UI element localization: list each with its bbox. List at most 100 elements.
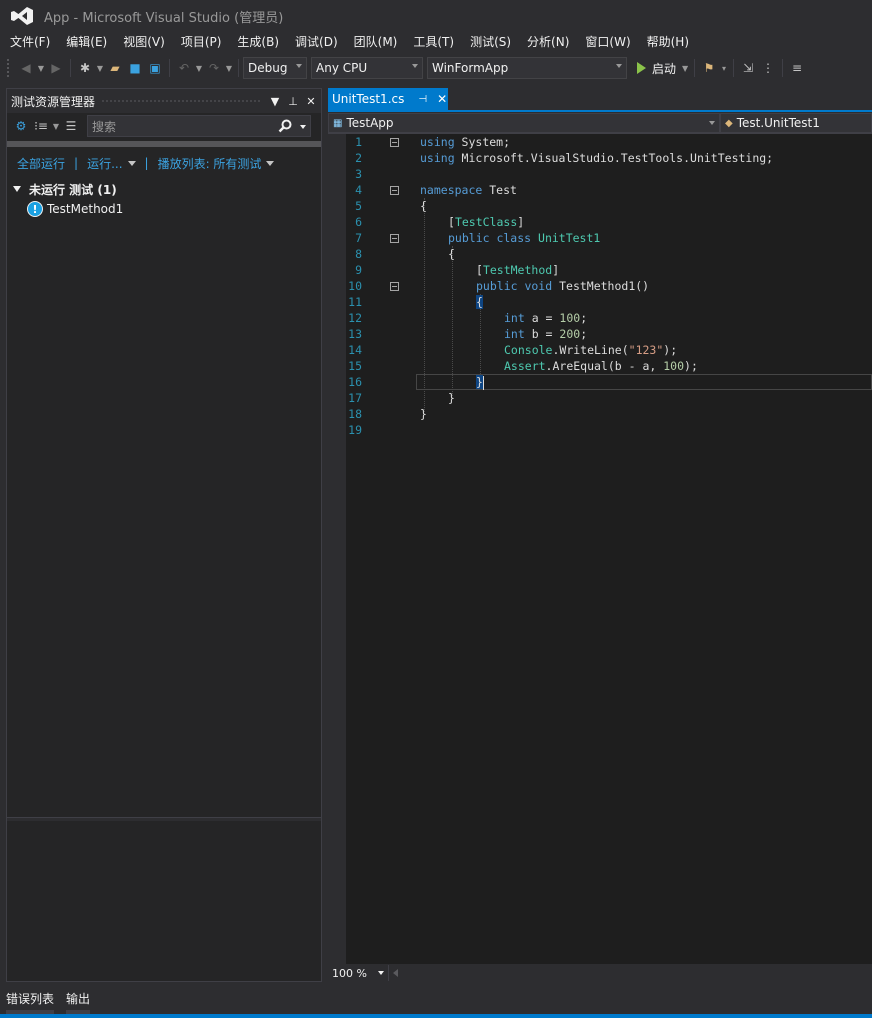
type-name: Console	[504, 343, 553, 357]
code-text: Test	[482, 183, 517, 197]
test-search-input[interactable]: 搜索	[87, 115, 311, 137]
start-dropdown-icon[interactable]: ▼	[680, 64, 690, 73]
keyword: int	[504, 327, 525, 341]
new-project-dropdown-icon[interactable]: ▼	[95, 64, 105, 73]
save-icon[interactable]: ■	[125, 58, 145, 78]
run-link[interactable]: 运行...	[87, 155, 122, 172]
document-tab-strip: UnitTest1.cs ⊣ ✕	[328, 88, 872, 110]
type-navigation-select[interactable]: ◆ Test.UnitTest1	[720, 113, 872, 133]
playlist-dropdown-icon[interactable]	[266, 160, 275, 166]
menu-tools[interactable]: 工具(T)	[407, 32, 460, 52]
attribute-name: TestMethod	[482, 263, 553, 277]
browser-link-icon[interactable]: ⚑	[699, 58, 719, 78]
tab-label: UnitTest1.cs	[332, 92, 405, 106]
test-explorer-panel: 测试资源管理器 ▼ ⊥ ✕ ⚙ ⁝≡ ▼ ☰ 搜索 全部运行 | 运行... |…	[6, 88, 322, 982]
line-number: 16	[348, 375, 362, 389]
matched-brace: }	[476, 375, 483, 389]
code-text: Microsoft.VisualStudio.TestTools.UnitTes…	[454, 151, 774, 165]
run-dropdown-icon[interactable]	[127, 160, 136, 166]
pin-tab-icon[interactable]: ⊣	[418, 94, 427, 105]
tab-output[interactable]: 输出	[66, 990, 90, 1007]
new-project-icon[interactable]: ✱	[75, 58, 95, 78]
menu-help[interactable]: 帮助(H)	[641, 32, 695, 52]
menu-test[interactable]: 测试(S)	[464, 32, 517, 52]
undo-icon[interactable]: ↶	[174, 58, 194, 78]
panel-drag-grip[interactable]	[101, 98, 261, 104]
chevron-down-icon	[296, 64, 302, 68]
start-debugging-button[interactable]: 启动 ▼	[637, 60, 690, 77]
solution-configuration-select[interactable]: Debug	[243, 57, 307, 79]
toolbar-grip[interactable]	[6, 58, 10, 78]
group-by-dropdown-icon[interactable]: ▼	[51, 122, 61, 131]
code-area[interactable]: 1 using System; 2 using Microsoft.VisualSt…	[328, 134, 872, 964]
project-navigation-value: TestApp	[346, 116, 394, 130]
collapse-icon[interactable]	[390, 138, 399, 147]
menu-debug[interactable]: 调试(D)	[289, 32, 344, 52]
navigate-back-dropdown-icon[interactable]: ▼	[36, 64, 46, 73]
collapse-icon[interactable]	[390, 234, 399, 243]
collapse-icon[interactable]	[390, 282, 399, 291]
redo-icon[interactable]: ↷	[204, 58, 224, 78]
horizontal-scrollbar[interactable]	[388, 965, 872, 981]
solution-configuration-value: Debug	[248, 61, 288, 75]
group-by-icon[interactable]: ⁝≡	[31, 116, 51, 136]
menu-window[interactable]: 窗口(W)	[579, 32, 636, 52]
string-literal: "123"	[628, 343, 664, 357]
not-run-group-label: 未运行 测试 (1)	[29, 182, 117, 197]
test-item[interactable]: ! TestMethod1	[7, 199, 321, 219]
step-over-icon[interactable]: ⋮	[758, 58, 778, 78]
window-position-dropdown-icon[interactable]: ▼	[267, 95, 283, 108]
open-file-icon[interactable]: ▰	[105, 58, 125, 78]
solution-platform-select[interactable]: Any CPU	[311, 57, 423, 79]
close-tab-icon[interactable]: ✕	[437, 92, 447, 106]
code-line: 10 public void TestMethod1()	[346, 278, 872, 294]
project-navigation-select[interactable]: ▦ TestApp	[328, 113, 720, 133]
matched-brace: {	[476, 295, 483, 309]
line-number: 5	[355, 199, 362, 213]
number-literal: 100	[559, 311, 581, 325]
search-options-dropdown-icon[interactable]	[300, 125, 306, 129]
test-details-splitter[interactable]	[7, 817, 321, 821]
menu-view[interactable]: 视图(V)	[117, 32, 171, 52]
redo-dropdown-icon[interactable]: ▼	[224, 64, 234, 73]
run-tests-after-build-icon[interactable]: ⚙	[11, 116, 31, 136]
expand-collapse-icon[interactable]	[13, 186, 21, 192]
zoom-level-select[interactable]: 100 %	[328, 965, 388, 981]
startup-project-select[interactable]: WinFormApp	[427, 57, 627, 79]
menu-edit[interactable]: 编辑(E)	[60, 32, 113, 52]
scroll-left-icon[interactable]	[393, 969, 398, 977]
start-button-label: 启动	[652, 61, 677, 76]
chevron-down-icon	[412, 64, 418, 68]
menu-project[interactable]: 项目(P)	[175, 32, 228, 52]
show-hierarchy-icon[interactable]: ☰	[61, 116, 81, 136]
indicator-margin[interactable]	[328, 134, 346, 964]
menu-team[interactable]: 团队(M)	[348, 32, 404, 52]
navigate-back-icon[interactable]: ◀	[16, 58, 36, 78]
pin-icon[interactable]: ⊥	[285, 95, 301, 108]
link-separator: |	[144, 156, 149, 170]
visual-studio-logo-icon	[11, 7, 33, 25]
save-all-icon[interactable]: ▣	[145, 58, 165, 78]
step-into-icon[interactable]: ⇲	[738, 58, 758, 78]
code-text: {	[420, 199, 427, 213]
toolbar-separator	[782, 59, 784, 77]
keyword: int	[504, 311, 525, 325]
csharp-project-icon: ▦	[333, 117, 343, 129]
collapse-icon[interactable]	[390, 186, 399, 195]
close-icon[interactable]: ✕	[303, 95, 319, 108]
menu-file[interactable]: 文件(F)	[4, 32, 56, 52]
tab-unittest1-cs[interactable]: UnitTest1.cs ⊣ ✕	[328, 88, 448, 110]
comment-lines-icon[interactable]: ≡	[787, 58, 807, 78]
browser-link-dropdown-icon[interactable]: ▾	[719, 64, 729, 73]
search-icon[interactable]	[278, 119, 292, 133]
startup-project-value: WinFormApp	[432, 61, 509, 75]
navigate-forward-icon[interactable]: ▶	[46, 58, 66, 78]
menu-build[interactable]: 生成(B)	[231, 32, 285, 52]
not-run-tests-group[interactable]: 未运行 测试 (1)	[7, 179, 321, 199]
tab-error-list[interactable]: 错误列表	[6, 990, 54, 1007]
undo-dropdown-icon[interactable]: ▼	[194, 64, 204, 73]
test-run-progress-bar	[7, 141, 321, 147]
playlist-link[interactable]: 播放列表: 所有测试	[158, 155, 262, 172]
menu-analyze[interactable]: 分析(N)	[521, 32, 575, 52]
run-all-link[interactable]: 全部运行	[17, 155, 65, 172]
